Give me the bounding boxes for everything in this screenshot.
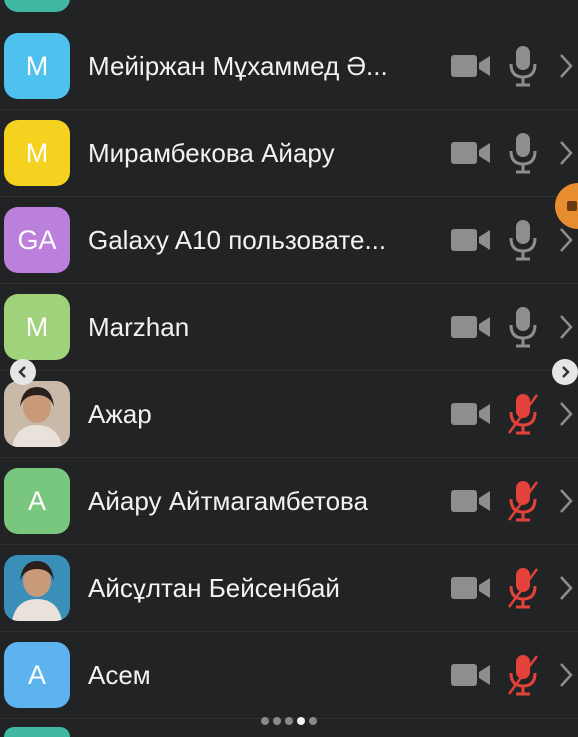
chevron-right-icon[interactable] bbox=[556, 140, 576, 166]
video-camera-icon[interactable] bbox=[451, 54, 491, 78]
avatar-initials: А bbox=[27, 659, 46, 690]
chevron-right-icon[interactable] bbox=[556, 401, 576, 427]
microphone-icon[interactable] bbox=[508, 219, 538, 261]
participant-name: Ажар bbox=[88, 399, 152, 429]
microphone-icon[interactable] bbox=[508, 132, 538, 174]
avatar: М bbox=[4, 120, 70, 186]
video-camera-icon[interactable] bbox=[451, 228, 491, 252]
participant-row[interactable]: GA Galaxy A10 пользовате... bbox=[0, 197, 578, 284]
participant-name: Айсұлтан Бейсенбай bbox=[88, 573, 340, 603]
chevron-right-icon[interactable] bbox=[556, 227, 576, 253]
participant-name: Асем bbox=[88, 660, 151, 690]
profile-photo bbox=[4, 381, 70, 447]
participant-name: Мейіржан Мұхаммед Ә... bbox=[88, 51, 388, 81]
avatar: A bbox=[4, 468, 70, 534]
avatar bbox=[4, 0, 70, 12]
page-dot[interactable] bbox=[261, 717, 269, 725]
participant-row[interactable]: А Асем bbox=[0, 632, 578, 719]
avatar-initials: М bbox=[25, 137, 49, 168]
chevron-right-icon[interactable] bbox=[556, 662, 576, 688]
chevron-right-icon[interactable] bbox=[556, 575, 576, 601]
microphone-muted-icon[interactable] bbox=[507, 654, 539, 696]
avatar bbox=[4, 381, 70, 447]
video-camera-icon[interactable] bbox=[451, 141, 491, 165]
participant-name: Galaxy A10 пользовате... bbox=[88, 225, 387, 255]
avatar: А bbox=[4, 642, 70, 708]
avatar bbox=[4, 555, 70, 621]
participant-row[interactable]: М Мейіржан Мұхаммед Ә... bbox=[0, 23, 578, 110]
avatar-initials: A bbox=[27, 485, 46, 516]
chevron-right-icon[interactable] bbox=[556, 53, 576, 79]
avatar-initials: М bbox=[25, 50, 49, 81]
participant-row[interactable]: M Marzhan bbox=[0, 284, 578, 371]
chevron-right-icon bbox=[562, 366, 570, 378]
previous-page-button[interactable] bbox=[10, 359, 36, 385]
microphone-icon[interactable] bbox=[508, 306, 538, 348]
video-camera-icon[interactable] bbox=[451, 402, 491, 426]
stop-icon bbox=[567, 201, 577, 211]
avatar: M bbox=[4, 294, 70, 360]
participant-row[interactable]: A Айару Айтмагамбетова bbox=[0, 458, 578, 545]
microphone-muted-icon[interactable] bbox=[507, 393, 539, 435]
participant-row[interactable]: М Мирамбекова Айару bbox=[0, 110, 578, 197]
participants-list: М Мейіржан Мұхаммед Ә... М Мирамбекова Айа… bbox=[0, 0, 578, 737]
avatar-initials: M bbox=[25, 311, 49, 342]
video-camera-icon[interactable] bbox=[451, 315, 491, 339]
microphone-muted-icon[interactable] bbox=[507, 480, 539, 522]
microphone-icon[interactable] bbox=[508, 45, 538, 87]
avatar-initials: GA bbox=[17, 224, 57, 255]
video-camera-icon[interactable] bbox=[451, 489, 491, 513]
page-dot[interactable] bbox=[297, 717, 305, 725]
profile-photo bbox=[4, 555, 70, 621]
page-dot[interactable] bbox=[285, 717, 293, 725]
video-camera-icon[interactable] bbox=[451, 663, 491, 687]
page-indicator bbox=[0, 717, 578, 729]
chevron-right-icon[interactable] bbox=[556, 314, 576, 340]
participant-row[interactable]: Ажар bbox=[0, 371, 578, 458]
video-camera-icon[interactable] bbox=[451, 576, 491, 600]
participant-name: Мирамбекова Айару bbox=[88, 138, 335, 168]
next-page-button[interactable] bbox=[552, 359, 578, 385]
avatar: М bbox=[4, 33, 70, 99]
page-dot[interactable] bbox=[273, 717, 281, 725]
page-dot[interactable] bbox=[309, 717, 317, 725]
participant-row[interactable]: Айсұлтан Бейсенбай bbox=[0, 545, 578, 632]
microphone-muted-icon[interactable] bbox=[507, 567, 539, 609]
participant-name: Айару Айтмагамбетова bbox=[88, 486, 369, 516]
avatar: GA bbox=[4, 207, 70, 273]
chevron-right-icon[interactable] bbox=[556, 488, 576, 514]
chevron-left-icon bbox=[18, 366, 26, 378]
participant-name: Marzhan bbox=[88, 312, 190, 342]
